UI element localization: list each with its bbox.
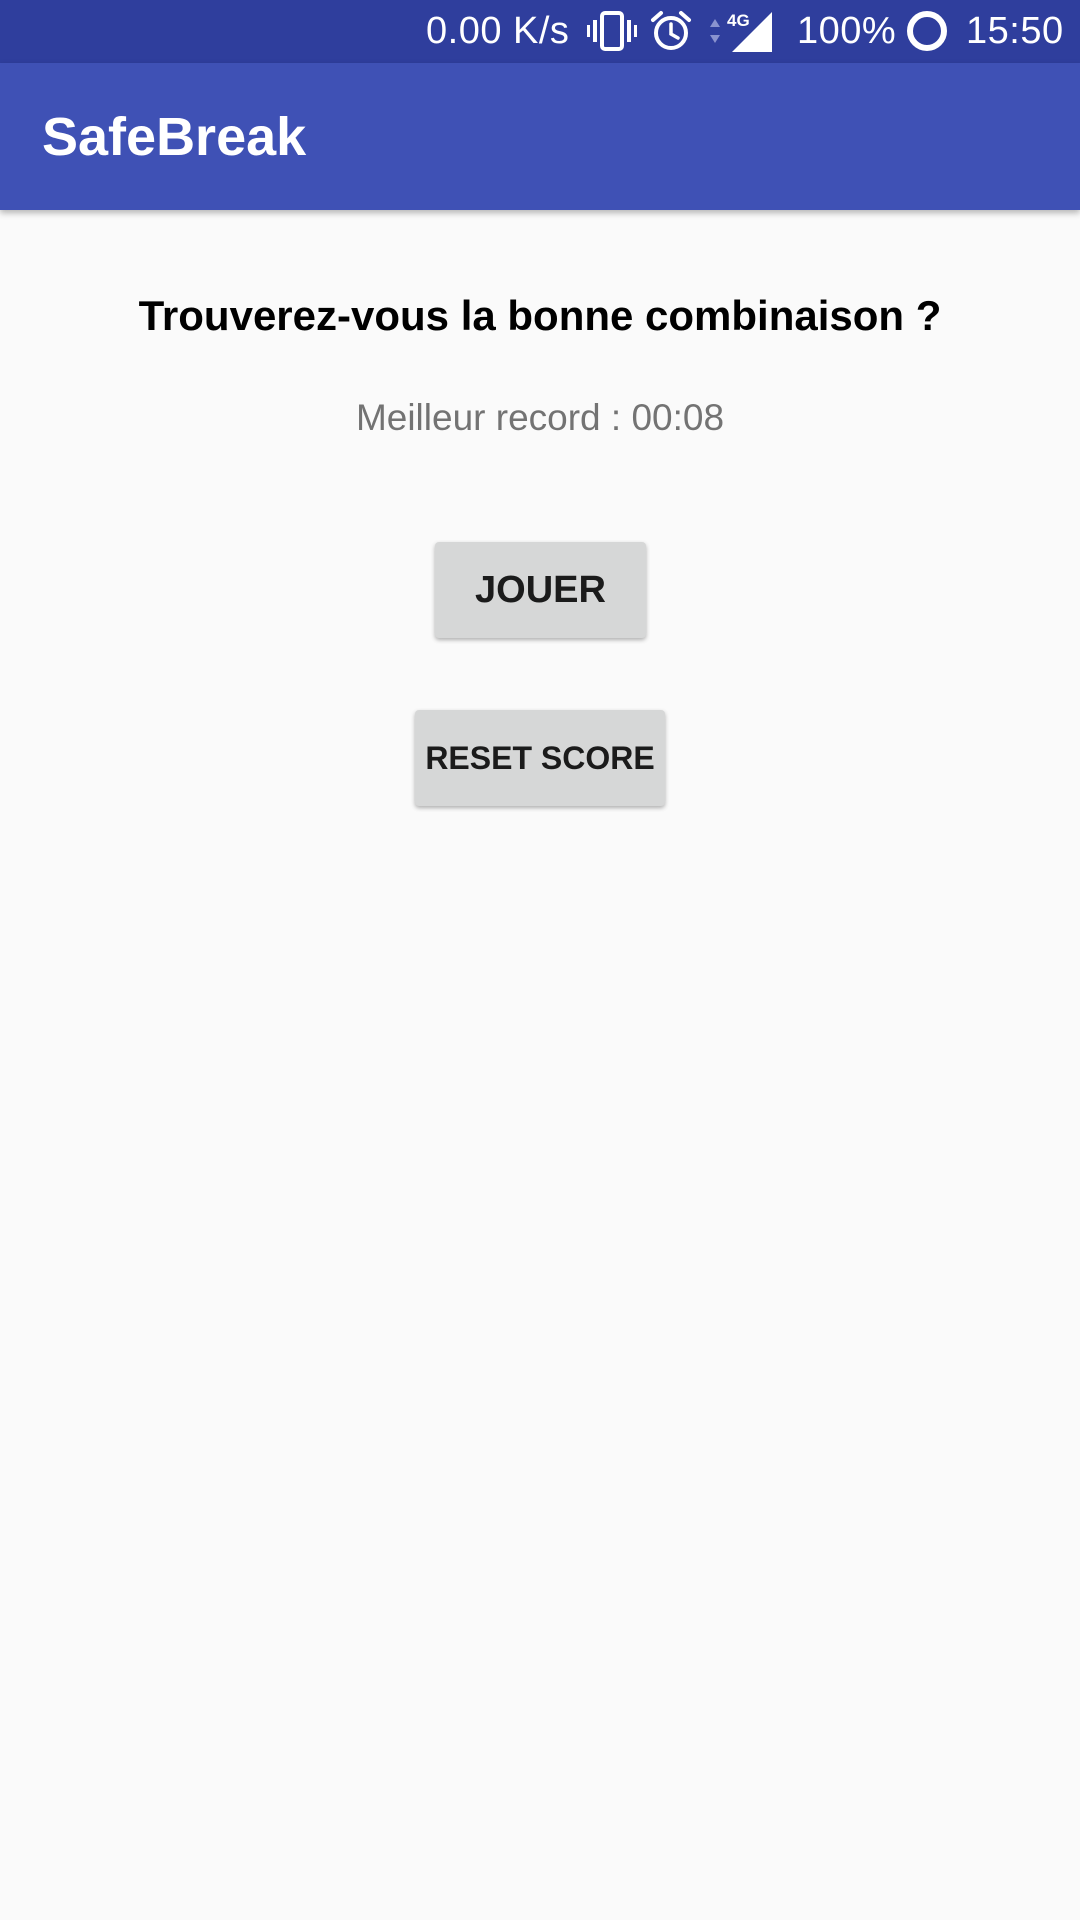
app-title: SafeBreak <box>42 106 307 167</box>
status-bar: 0.00 K/s 4G 100% 15:50 <box>0 0 1080 63</box>
reset-score-button-label: RESET SCORE <box>425 739 655 776</box>
best-record-text: Meilleur record : 00:08 <box>355 397 725 438</box>
network-type: 4G <box>727 11 750 30</box>
battery-ring-icon <box>904 8 950 54</box>
play-button[interactable]: JOUER <box>435 542 646 638</box>
alarm-icon <box>648 8 694 54</box>
page-headline: Trouverez-vous la bonne combinaison ? <box>138 292 942 339</box>
network-speed: 0.00 K/s <box>426 10 570 52</box>
play-button-label: JOUER <box>475 568 606 611</box>
vibrate-icon <box>586 8 638 54</box>
data-arrows-icon <box>705 8 725 54</box>
battery-level: 100% <box>797 10 897 52</box>
clock: 15:50 <box>966 10 1064 52</box>
reset-score-button[interactable]: RESET SCORE <box>415 710 665 806</box>
app-bar: SafeBreak <box>0 63 1080 210</box>
signal-icon: 4G <box>726 8 774 54</box>
